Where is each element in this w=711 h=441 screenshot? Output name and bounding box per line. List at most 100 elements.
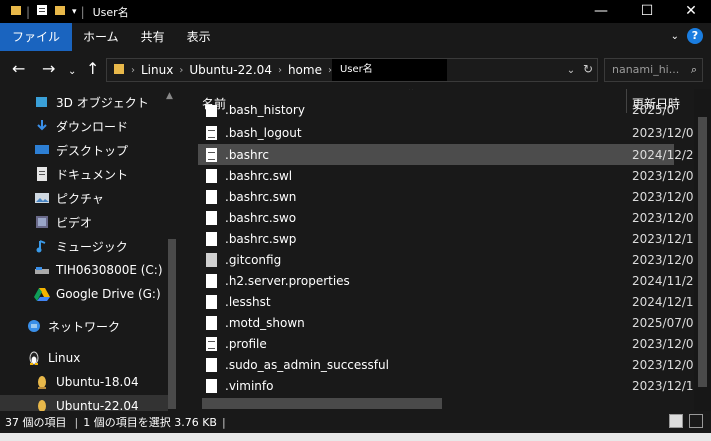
sidebar-item-music[interactable]: ミュージック	[0, 235, 168, 257]
table-row[interactable]: .gitconfig 2023/12/05	[198, 249, 701, 270]
text-file-icon	[206, 336, 217, 351]
sidebar-item-google-drive[interactable]: Google Drive (G:)	[0, 283, 168, 305]
navigation-pane: ▲ 3D オブジェクト ダウンロード デスクトップ ドキュメント ピクチャ ビデ…	[0, 89, 182, 411]
breadcrumb-ubuntu[interactable]: Ubuntu-22.04	[189, 63, 272, 77]
tab-share[interactable]: 共有	[130, 23, 176, 51]
search-icon[interactable]: ⌕	[691, 59, 697, 81]
chevron-right-icon[interactable]: ›	[278, 65, 282, 76]
title-bar: | ▾ | User名 — ☐ ✕	[0, 0, 711, 23]
download-icon	[34, 118, 50, 134]
item-count: 37 個の項目	[5, 416, 67, 429]
up-icon[interactable]: ↑	[86, 61, 99, 77]
file-icon	[206, 189, 217, 204]
sidebar-item-3d-objects[interactable]: 3D オブジェクト	[0, 91, 168, 113]
tab-file[interactable]: ファイル	[0, 23, 73, 51]
sidebar-scrollbar[interactable]	[168, 239, 176, 409]
address-dropdown-icon[interactable]: ⌄	[567, 65, 575, 76]
table-row[interactable]: .bashrc.swp 2023/12/12	[198, 228, 701, 249]
sidebar-item-ubuntu-18[interactable]: Ubuntu-18.04	[0, 371, 168, 393]
close-button[interactable]: ✕	[668, 0, 711, 23]
file-icon	[206, 105, 217, 117]
address-bar[interactable]: › Linux › Ubuntu-22.04 › home › User名 ⌄ …	[106, 58, 598, 82]
chevron-right-icon[interactable]: ›	[179, 65, 183, 76]
file-icon	[206, 210, 217, 225]
file-list: ⌃ 名前 更新日時 .bash_history 2025/07/... .bas…	[182, 89, 711, 411]
file-icon	[206, 315, 217, 330]
sidebar-item-c-drive[interactable]: TIH0630800E (C:)	[0, 259, 168, 281]
network-icon	[26, 318, 42, 334]
sidebar-item-network[interactable]: ネットワーク	[0, 315, 168, 337]
table-row[interactable]: .lesshst 2024/12/12	[198, 291, 701, 312]
help-icon[interactable]: ?	[687, 28, 703, 44]
status-separator: |	[74, 415, 79, 429]
expand-ribbon-icon[interactable]: ⌄	[671, 31, 679, 42]
large-icons-view-icon[interactable]	[689, 414, 703, 428]
sidebar-item-documents[interactable]: ドキュメント	[0, 163, 168, 185]
new-folder-icon[interactable]	[54, 4, 66, 19]
table-row[interactable]: .motd_shown 2025/07/02	[198, 312, 701, 333]
refresh-icon[interactable]: ↻	[583, 62, 593, 76]
status-separator: |	[221, 415, 226, 429]
table-row[interactable]: .profile 2023/12/01	[198, 333, 701, 354]
search-input[interactable]: nanami_hi... ⌕	[604, 58, 703, 82]
sidebar-item-videos[interactable]: ビデオ	[0, 211, 168, 233]
selection-info: 1 個の項目を選択 3.76 KB	[83, 416, 217, 429]
window-title: User名	[92, 5, 129, 19]
chevron-right-icon[interactable]: ›	[131, 65, 135, 76]
desktop-icon	[34, 142, 50, 158]
table-row[interactable]: .sudo_as_admin_successful 2023/12/01	[198, 354, 701, 375]
minimize-button[interactable]: —	[578, 0, 624, 23]
file-icon	[206, 168, 217, 183]
file-icon	[206, 294, 217, 309]
file-icon	[206, 231, 217, 246]
sidebar-item-downloads[interactable]: ダウンロード	[0, 115, 168, 137]
pictures-icon	[34, 190, 50, 206]
file-icon	[206, 273, 217, 288]
properties-icon[interactable]	[36, 4, 48, 19]
table-row[interactable]: .viminfo 2023/12/12	[198, 375, 701, 396]
linux-distro-icon	[34, 398, 50, 411]
back-icon[interactable]: ←	[12, 61, 25, 77]
vertical-scrollbar-track[interactable]	[694, 89, 711, 411]
folder-icon	[10, 4, 22, 19]
customize-quick-access-icon[interactable]: ▾	[72, 7, 77, 17]
sidebar-item-pictures[interactable]: ピクチャ	[0, 187, 168, 209]
vertical-scrollbar[interactable]	[698, 117, 707, 387]
table-row[interactable]: .bash_history 2025/07/...	[198, 105, 674, 117]
drive-icon	[34, 262, 50, 278]
table-row[interactable]: .bashrc 2024/12/26	[198, 144, 701, 165]
tab-home[interactable]: ホーム	[72, 23, 130, 51]
status-bar: 37 個の項目 | 1 個の項目を選択 3.76 KB |	[0, 411, 711, 433]
text-file-icon	[206, 147, 217, 162]
search-placeholder: nanami_hi...	[612, 63, 680, 76]
forward-icon[interactable]: →	[42, 61, 55, 77]
ribbon-tabs: ファイル ホーム 共有 表示 ⌄ ?	[0, 23, 711, 51]
titlebar-separator: |	[80, 4, 85, 19]
horizontal-scrollbar[interactable]	[202, 398, 442, 409]
background-window	[0, 433, 711, 441]
sidebar-item-desktop[interactable]: デスクトップ	[0, 139, 168, 161]
linux-distro-icon	[34, 374, 50, 390]
table-row[interactable]: .bash_logout 2023/12/01	[198, 122, 701, 143]
table-row[interactable]: .bashrc.swn 2023/12/01	[198, 186, 701, 207]
linux-icon	[26, 350, 42, 366]
titlebar-separator: |	[26, 4, 31, 19]
sidebar-item-ubuntu-22[interactable]: Ubuntu-22.04	[0, 395, 168, 411]
table-row[interactable]: .bashrc.swl 2023/12/05	[198, 165, 701, 186]
google-drive-icon	[34, 286, 50, 302]
3d-objects-icon	[34, 94, 50, 110]
tab-view[interactable]: 表示	[176, 23, 222, 51]
recent-locations-icon[interactable]: ⌄	[68, 64, 76, 80]
breadcrumb-linux[interactable]: Linux	[141, 63, 173, 77]
breadcrumb-user[interactable]: User名	[331, 59, 447, 81]
maximize-button[interactable]: ☐	[624, 0, 670, 23]
table-row[interactable]: .h2.server.properties 2024/11/29	[198, 270, 701, 291]
table-row[interactable]: .bashrc.swo 2023/12/01	[198, 207, 701, 228]
folder-icon	[113, 63, 125, 78]
breadcrumb-home[interactable]: home	[288, 63, 322, 77]
sidebar-item-linux[interactable]: Linux	[0, 347, 168, 369]
details-view-icon[interactable]	[669, 414, 683, 428]
documents-icon	[34, 166, 50, 182]
file-icon	[206, 378, 217, 393]
config-file-icon	[206, 252, 217, 267]
